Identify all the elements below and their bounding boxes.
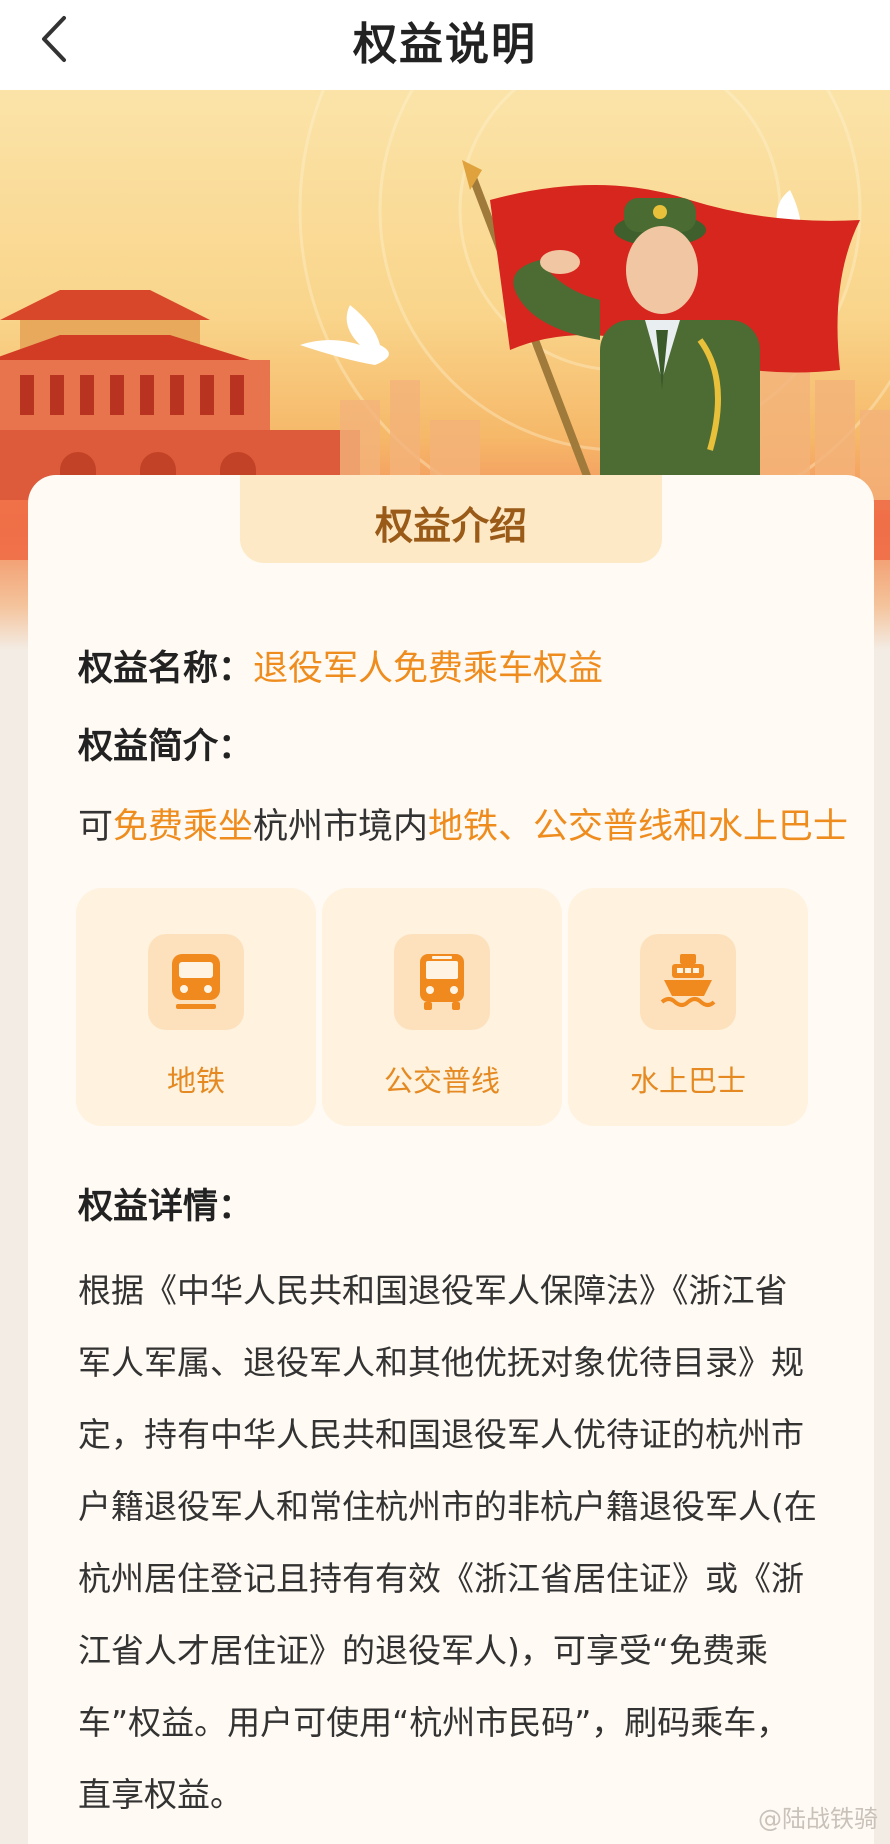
tile-label: 地铁 [166, 1064, 225, 1098]
tile-bus[interactable]: 公交普线 [322, 888, 562, 1126]
details-line: 军人军属、退役军人和其他优抚对象优待目录》规 [78, 1343, 804, 1382]
summary-part: 杭州市境内 [253, 807, 429, 847]
benefit-name-row: 权益名称：退役军人免费乘车权益 [78, 640, 603, 691]
page-title: 权益说明 [353, 19, 537, 70]
benefit-summary-label: 权益简介： [78, 727, 254, 767]
summary-highlight: 免费乘坐 [113, 807, 254, 847]
details-line: 车”权益。用户可使用“杭州市民码”，刷码乘车， [78, 1703, 790, 1742]
transport-tiles: 地铁 公交普线 水上巴士 [76, 888, 826, 1128]
tile-label: 公交普线 [383, 1064, 500, 1098]
summary-highlight: 地铁、公交普线和水上巴士 [428, 807, 849, 847]
details-line: 杭州居住登记且持有有效《浙江省居住证》或《浙 [78, 1559, 804, 1598]
gate-tower-shape [0, 290, 360, 500]
details-line: 定，持有中华人民共和国退役军人优待证的杭州市 [78, 1415, 804, 1454]
benefit-name-value: 退役军人免费乘车权益 [253, 649, 604, 689]
watermark: @陆战铁骑 [758, 1805, 878, 1833]
details-line: 根据《中华人民共和国退役军人保障法》《浙江省 [78, 1271, 788, 1310]
section-header-title: 权益介绍 [374, 504, 527, 548]
tile-icon-box [394, 934, 490, 1030]
tile-icon-box [148, 934, 244, 1030]
tile-subway[interactable]: 地铁 [76, 888, 316, 1126]
benefit-details-label: 权益详情： [78, 1187, 254, 1227]
bus-icon [420, 954, 464, 1010]
ferry-icon [660, 954, 716, 1007]
details-line: 江省人才居住证》的退役军人)，可享受“免费乘 [78, 1631, 768, 1670]
summary-part: 可 [78, 807, 114, 847]
benefit-summary-text: 可免费乘坐杭州市境内地铁、公交普线和水上巴士 [78, 798, 848, 849]
details-line: 直享权益。 [78, 1775, 243, 1814]
tile-icon-box [640, 934, 736, 1030]
tile-label: 水上巴士 [629, 1064, 746, 1098]
benefit-details-text: 根据《中华人民共和国退役军人保障法》《浙江省 军人军属、退役军人和其他优抚对象优… [78, 1255, 838, 1831]
subway-icon [172, 954, 220, 1009]
details-line: 户籍退役军人和常住杭州市的非杭户籍退役军人(在 [78, 1487, 817, 1526]
benefit-name-label: 权益名称： [78, 649, 254, 689]
section-header: 权益介绍 [240, 475, 662, 563]
tile-ferry[interactable]: 水上巴士 [568, 888, 808, 1126]
nav-bar: 权益说明 [0, 0, 890, 90]
